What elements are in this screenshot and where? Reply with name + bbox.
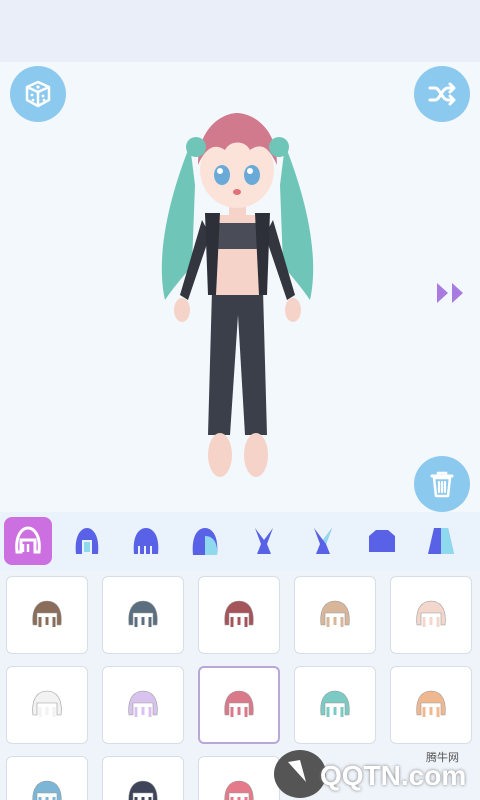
- hair-swatch-icon: [320, 600, 350, 627]
- tab-hair-side[interactable]: [63, 517, 111, 565]
- delete-button[interactable]: [414, 456, 470, 512]
- hair-swatch-icon: [416, 690, 446, 717]
- top-shirt-icon: [369, 530, 395, 552]
- shuffle-icon: [428, 82, 456, 106]
- tab-hair-front[interactable]: [4, 517, 52, 565]
- hair-item[interactable]: [102, 576, 184, 654]
- tab-ears[interactable]: [240, 517, 288, 565]
- avatar-character: [161, 113, 314, 477]
- hair-item[interactable]: [102, 756, 184, 800]
- hair-item[interactable]: [198, 576, 280, 654]
- hair-long-icon: [192, 528, 218, 555]
- hair-swatch-icon: [32, 600, 62, 627]
- hair-item[interactable]: [6, 576, 88, 654]
- hair-item[interactable]: [390, 666, 472, 744]
- tab-dress[interactable]: [417, 517, 465, 565]
- hair-item[interactable]: [198, 666, 280, 744]
- hair-swatch-icon: [128, 600, 158, 627]
- hair-swatch-icon: [224, 780, 254, 800]
- hair-swatch-icon: [224, 690, 254, 717]
- tab-ears-alt[interactable]: [299, 517, 347, 565]
- hair-front-icon: [15, 526, 41, 554]
- dress-icon: [428, 528, 454, 554]
- dice-icon: [25, 80, 51, 108]
- trash-icon: [430, 471, 454, 498]
- hair-swatch-icon: [128, 780, 158, 800]
- hair-swatch-icon: [224, 600, 254, 627]
- hair-side-icon: [75, 528, 99, 554]
- tab-hair-back[interactable]: [122, 517, 170, 565]
- hair-item[interactable]: [294, 666, 376, 744]
- hair-swatch-icon: [128, 690, 158, 717]
- hair-swatch-icon: [416, 600, 446, 627]
- bunny-ears-alt-icon: [314, 528, 332, 554]
- bunny-ears-icon: [255, 528, 273, 554]
- tab-hair-long[interactable]: [181, 517, 229, 565]
- tab-tops[interactable]: [358, 517, 406, 565]
- hair-item[interactable]: [390, 576, 472, 654]
- hair-swatch-icon: [320, 690, 350, 717]
- hair-swatch-icon: [32, 780, 62, 800]
- status-bar-area: [0, 0, 480, 62]
- hair-item[interactable]: [294, 576, 376, 654]
- double-chevron-right-icon[interactable]: [434, 280, 472, 306]
- hair-item[interactable]: [6, 666, 88, 744]
- hair-item[interactable]: [102, 666, 184, 744]
- shuffle-button[interactable]: [414, 66, 470, 122]
- hair-item[interactable]: [6, 756, 88, 800]
- hair-item[interactable]: [198, 756, 280, 800]
- category-tab-bar: [0, 512, 480, 570]
- hair-swatch-icon: [32, 690, 62, 717]
- watermark-text: QQTN.com: [320, 760, 467, 791]
- hair-back-icon: [133, 528, 159, 554]
- random-button[interactable]: [10, 66, 66, 122]
